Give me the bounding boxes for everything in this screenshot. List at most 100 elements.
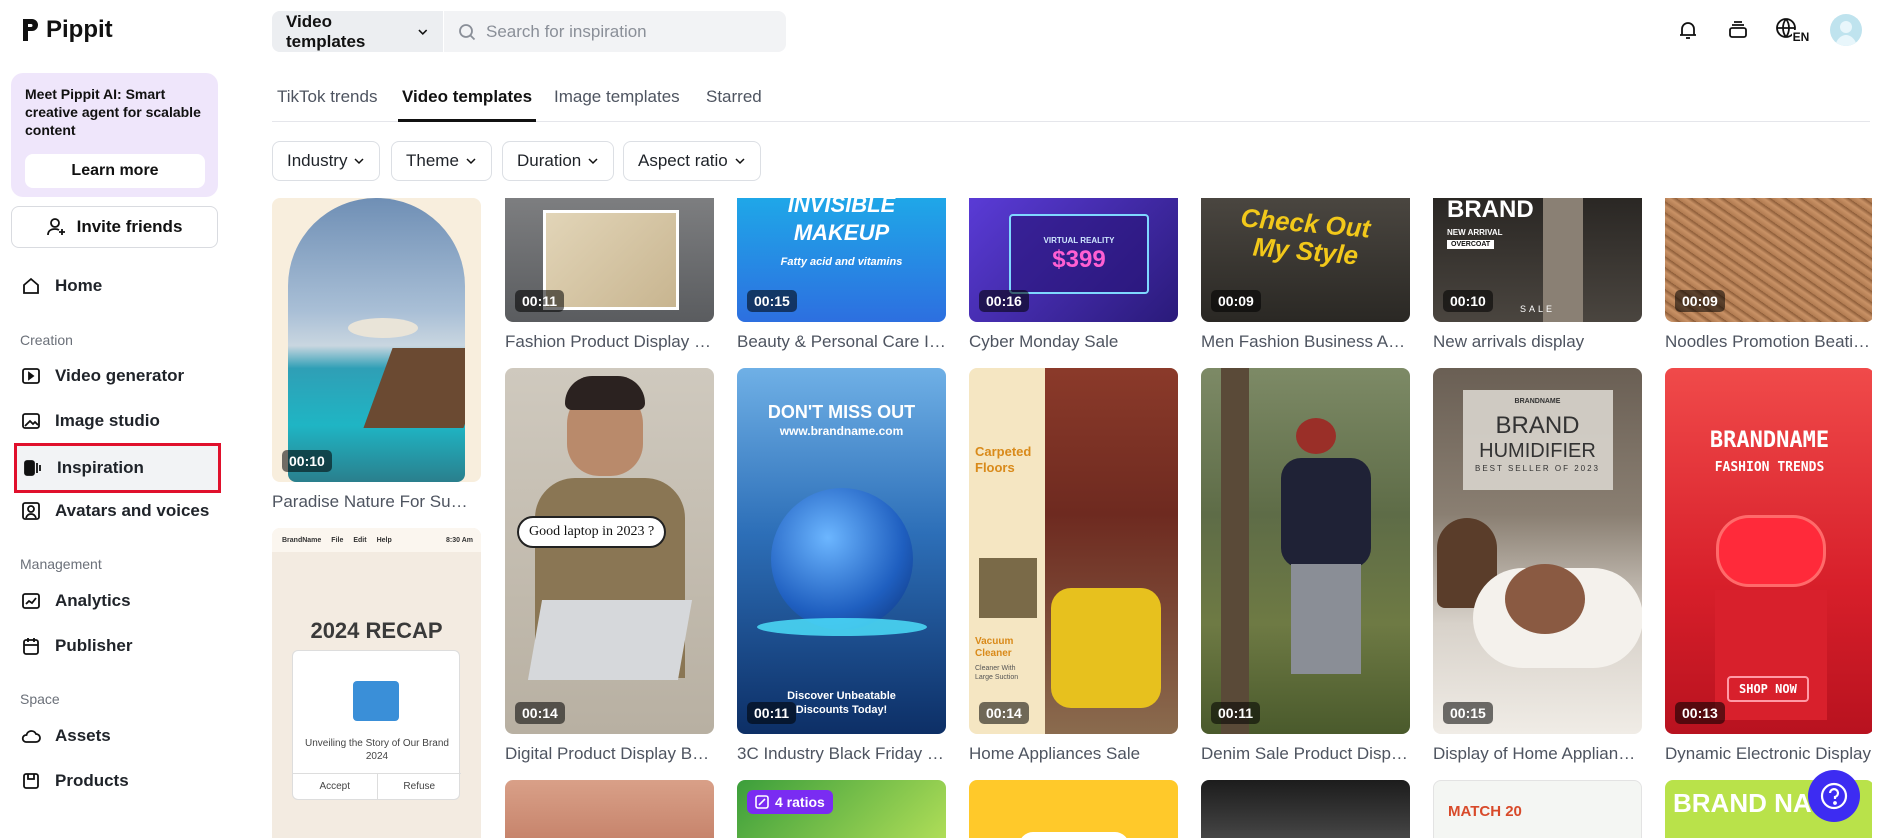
template-thumbnail[interactable]: 00:11 bbox=[505, 198, 714, 322]
language-globe-icon[interactable]: EN bbox=[1774, 16, 1811, 44]
template-card[interactable]: 00:11 Fashion Product Display Cr... bbox=[505, 198, 714, 352]
template-thumbnail[interactable]: 00:11 bbox=[1201, 368, 1410, 734]
chevron-down-icon bbox=[735, 158, 745, 165]
template-thumbnail[interactable]: 00:10 bbox=[272, 198, 481, 482]
template-thumbnail[interactable]: BrandName File Edit Help 8:30 Am 2024 RE… bbox=[272, 528, 481, 838]
template-card[interactable] bbox=[505, 780, 714, 838]
template-thumbnail[interactable]: DON'T MISS OUT www.brandname.com Discove… bbox=[737, 368, 946, 734]
template-thumbnail[interactable]: VIRTUAL REALITY $399 00:16 bbox=[969, 198, 1178, 322]
template-thumbnail[interactable]: Check Out My Style 00:09 bbox=[1201, 198, 1410, 322]
template-thumbnail[interactable]: 00:09 bbox=[1665, 198, 1872, 322]
nav-item-publisher[interactable]: Publisher bbox=[14, 626, 218, 666]
overlay-headline-2: HUMIDIFIER bbox=[1479, 440, 1596, 462]
template-type-dropdown[interactable]: Video templates bbox=[272, 11, 444, 52]
tab-image-templates[interactable]: Image templates bbox=[554, 87, 680, 122]
template-card[interactable]: BRANDNAME BRAND HUMIDIFIER BEST SELLER O… bbox=[1433, 368, 1642, 764]
learn-more-button[interactable]: Learn more bbox=[25, 154, 205, 188]
search-input[interactable] bbox=[486, 21, 786, 42]
duration-badge: 00:09 bbox=[1675, 290, 1725, 312]
home-icon bbox=[23, 277, 39, 294]
nav-item-assets[interactable]: Assets bbox=[14, 716, 218, 756]
overlay-subtext: Cleaner With Large Suction bbox=[975, 665, 1019, 681]
stack-icon[interactable] bbox=[1724, 16, 1752, 44]
template-card[interactable]: Carpeted Floors Vacuum Cleaner Cleaner W… bbox=[969, 368, 1178, 764]
top-icons: EN bbox=[1674, 14, 1862, 46]
template-thumbnail[interactable]: BRANDNAME BRAND HUMIDIFIER BEST SELLER O… bbox=[1433, 368, 1642, 734]
template-card[interactable]: MATCH 20 bbox=[1433, 780, 1642, 838]
overlay-subtext: Fatty acid and vitamins bbox=[780, 256, 903, 268]
template-thumbnail[interactable]: BRANDNAME FASHION TRENDS SHOP NOW 00:13 bbox=[1665, 368, 1872, 734]
template-card[interactable]: 00:11 Denim Sale Product Display bbox=[1201, 368, 1410, 764]
template-thumbnail[interactable]: INVISIBLE MAKEUP Fatty acid and vitamins… bbox=[737, 198, 946, 322]
help-button[interactable] bbox=[1808, 770, 1860, 822]
search-field bbox=[444, 21, 786, 42]
search-icon bbox=[459, 23, 476, 40]
analytics-icon bbox=[22, 593, 40, 609]
theme-filter[interactable]: Theme bbox=[391, 141, 492, 181]
mock-time: 8:30 Am bbox=[446, 536, 473, 544]
image-studio-icon bbox=[22, 413, 40, 429]
overlay-subtext: NEW ARRIVAL bbox=[1447, 228, 1503, 237]
nav-item-products[interactable]: Products bbox=[14, 761, 218, 801]
template-card[interactable] bbox=[969, 780, 1178, 838]
template-card[interactable]: DON'T MISS OUT www.brandname.com Discove… bbox=[737, 368, 946, 764]
cloud-icon bbox=[21, 730, 41, 743]
template-title: 3C Industry Black Friday S... bbox=[737, 744, 946, 763]
language-code: EN bbox=[1791, 30, 1811, 44]
template-card[interactable]: 4 ratios bbox=[737, 780, 946, 838]
template-thumbnail[interactable] bbox=[1201, 780, 1410, 838]
template-card[interactable]: BRAND NEW ARRIVAL OVERCOAT SALE 00:10 Ne… bbox=[1433, 198, 1642, 352]
nav-item-label: Inspiration bbox=[57, 458, 144, 477]
nav-item-inspiration[interactable]: Inspiration bbox=[14, 443, 221, 493]
template-title: Digital Product Display Bea... bbox=[505, 744, 714, 763]
template-card[interactable]: 00:09 Noodles Promotion Beatin... bbox=[1665, 198, 1872, 352]
add-user-icon bbox=[46, 218, 65, 236]
invite-friends-label: Invite friends bbox=[76, 217, 183, 236]
mock-menu-edit: Edit bbox=[353, 536, 367, 544]
invite-friends-button[interactable]: Invite friends bbox=[11, 206, 218, 248]
template-thumbnail[interactable] bbox=[969, 780, 1178, 838]
template-card[interactable]: BRANDNAME FASHION TRENDS SHOP NOW 00:13 … bbox=[1665, 368, 1872, 764]
nav-item-avatars[interactable]: Avatars and voices bbox=[14, 491, 218, 531]
tab-video-templates[interactable]: Video templates bbox=[398, 87, 537, 122]
template-thumbnail[interactable]: 4 ratios bbox=[737, 780, 946, 838]
user-avatar[interactable] bbox=[1830, 14, 1862, 46]
template-thumbnail[interactable] bbox=[505, 780, 714, 838]
template-card[interactable]: 00:10 Paradise Nature For Summ... bbox=[272, 198, 481, 512]
mock-menu-file: File bbox=[331, 536, 344, 544]
aspect-ratio-icon bbox=[755, 795, 769, 809]
template-card[interactable]: Good laptop in 2023 ? 00:14 Digital Prod… bbox=[505, 368, 714, 764]
duration-filter[interactable]: Duration bbox=[502, 141, 615, 181]
template-thumbnail[interactable]: MATCH 20 bbox=[1433, 780, 1642, 838]
duration-badge: 00:10 bbox=[282, 450, 332, 472]
nav-item-video-generator[interactable]: Video generator bbox=[14, 356, 218, 396]
filter-label: Industry bbox=[287, 151, 348, 170]
template-card[interactable]: BrandName File Edit Help 8:30 Am 2024 RE… bbox=[272, 528, 481, 838]
template-thumbnail[interactable]: Carpeted Floors Vacuum Cleaner Cleaner W… bbox=[969, 368, 1178, 734]
tab-starred[interactable]: Starred bbox=[706, 87, 762, 122]
template-card[interactable]: Check Out My Style 00:09 Men Fashion Bus… bbox=[1201, 198, 1410, 352]
app-logo[interactable]: Pippit bbox=[20, 16, 113, 44]
template-thumbnail[interactable]: BRAND NEW ARRIVAL OVERCOAT SALE 00:10 bbox=[1433, 198, 1642, 322]
pippit-logo-icon bbox=[23, 19, 38, 41]
template-card[interactable]: INVISIBLE MAKEUP Fatty acid and vitamins… bbox=[737, 198, 946, 352]
aspect-ratio-filter[interactable]: Aspect ratio bbox=[623, 141, 761, 181]
nav-item-label: Video generator bbox=[55, 366, 185, 385]
industry-filter[interactable]: Industry bbox=[272, 141, 381, 181]
notification-bell-icon[interactable] bbox=[1674, 16, 1702, 44]
ratios-label: 4 ratios bbox=[775, 794, 825, 810]
nav-item-image-studio[interactable]: Image studio bbox=[14, 401, 218, 441]
nav-item-analytics[interactable]: Analytics bbox=[14, 581, 218, 621]
template-card[interactable] bbox=[1201, 780, 1410, 838]
duration-badge: 00:13 bbox=[1675, 702, 1725, 724]
nav-item-label: Image studio bbox=[55, 411, 160, 430]
nav-item-home[interactable]: Home bbox=[14, 266, 218, 306]
template-title: Noodles Promotion Beatin... bbox=[1665, 332, 1872, 351]
tab-tiktok-trends[interactable]: TikTok trends bbox=[277, 87, 377, 122]
calendar-icon bbox=[23, 638, 39, 655]
template-title: New arrivals display bbox=[1433, 332, 1585, 351]
overlay-headline: DON'T MISS OUT bbox=[767, 402, 916, 422]
template-thumbnail[interactable]: Good laptop in 2023 ? 00:14 bbox=[505, 368, 714, 734]
template-card[interactable]: VIRTUAL REALITY $399 00:16 Cyber Monday … bbox=[969, 198, 1178, 352]
overlay-subtext: VIRTUAL REALITY bbox=[1043, 236, 1115, 245]
